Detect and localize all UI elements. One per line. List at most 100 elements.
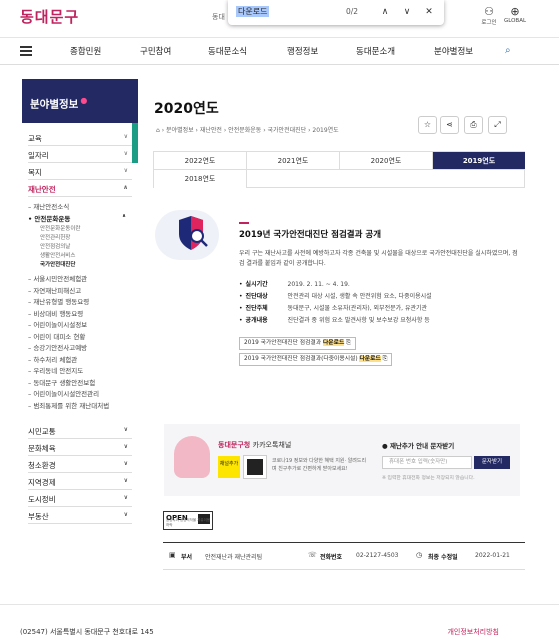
lnb-sub-item[interactable]: – 우리동네 안전지도: [28, 365, 132, 377]
lnb-sub-item[interactable]: – 어린이놀이시설정보: [28, 319, 132, 331]
date-key: 최종 수정일: [428, 554, 458, 561]
tab-2019[interactable]: 2019연도: [433, 152, 525, 170]
lnb-item[interactable]: 지역경제 ∨: [28, 473, 132, 490]
favorite-icon[interactable]: ☆: [418, 116, 437, 134]
side-nav: 교육 ∨ 일자리 ∨ 복지 ∨ 재난안전 ∧ – 재난안전소식 • 안전문화운동 ∧ 안전…: [28, 129, 132, 524]
lnb-sub-item[interactable]: – 자연재난피해신고: [28, 285, 132, 297]
info-row: 공개내용진단결과 중 위험 요소 발견사항 및 보수보강 요청사항 등: [239, 315, 430, 324]
lnb-subsub-item-active[interactable]: 국가안전대진단: [28, 260, 132, 269]
lnb-subsub-item[interactable]: 안전점검의날: [28, 242, 132, 251]
find-input[interactable]: 다운로드: [236, 6, 270, 17]
card-title: 2019년 국가안전대진단 점검결과 공개: [239, 222, 382, 240]
search-icon[interactable]: ⌕: [505, 45, 511, 56]
lnb-subsub-item[interactable]: 안전관리헌장: [28, 233, 132, 242]
home-icon[interactable]: ⌂: [156, 127, 160, 134]
breadcrumb-item[interactable]: 재난안전: [200, 127, 222, 134]
tab-2021[interactable]: 2021연도: [247, 152, 340, 170]
gnb-item[interactable]: 분야별정보: [434, 45, 473, 57]
gnb-item[interactable]: 행정정보: [287, 45, 318, 57]
tab-2018[interactable]: 2018연도: [154, 170, 247, 188]
breadcrumb-item[interactable]: 2019연도: [312, 127, 338, 134]
lnb-item[interactable]: 시민교통 ∨: [28, 422, 132, 439]
file-icon: ⎘: [346, 340, 351, 346]
menu-icon[interactable]: [20, 46, 32, 56]
lnb-subsub-item[interactable]: 생활안전서비스: [28, 251, 132, 260]
footer-address: (02547) 서울특별시 동대문구 천호대로 145: [20, 628, 154, 636]
open-license-badge[interactable]: OPEN 공공누리 공공저작물 자유이용허락: [163, 511, 213, 530]
kakao-channel-add[interactable]: 채널추가: [218, 456, 240, 478]
chevron-down-icon: ∨: [123, 443, 128, 450]
info-row: 진단주체동대문구, 시설물 소유자(관리자), 외부전문가, 유관기관: [239, 303, 427, 312]
open-sub: 공공누리 공공저작물 자유이용허락: [166, 518, 211, 527]
find-bar: 다운로드 0/2 ∧ ∨ ✕: [228, 0, 444, 25]
download-link[interactable]: 2019 국가안전대진단 점검결과 다운로드 ⎘: [239, 337, 356, 350]
print-icon[interactable]: ⎙: [464, 116, 483, 134]
login-label: 로그인: [481, 20, 497, 26]
lnb-sub-item[interactable]: – 동대문구 생활안전보험: [28, 377, 132, 389]
gnb-item[interactable]: 구민참여: [140, 45, 171, 57]
lnb-item[interactable]: 도시정비 ∨: [28, 490, 132, 507]
find-count: 0/2: [346, 7, 359, 16]
lnb-sub-item[interactable]: – 재난유형별 행동요령: [28, 296, 132, 308]
lnb-item[interactable]: 교육 ∨: [28, 129, 132, 146]
sms-button[interactable]: 문자받기: [474, 456, 510, 469]
find-prev-button[interactable]: ∧: [378, 5, 392, 19]
chevron-up-icon: ∧: [123, 184, 128, 191]
dept-key: 부서: [181, 554, 193, 561]
lnb-sub-item[interactable]: – 재난안전소식: [28, 201, 132, 213]
tel-value: 02-2127-4503: [356, 552, 399, 559]
global-button[interactable]: ⊕ GLOBAL: [502, 5, 528, 25]
lnb-sub-item[interactable]: – 어린이 대피소 현황: [28, 331, 132, 343]
lnb-item[interactable]: 일자리 ∨: [28, 146, 132, 163]
lnb-sub-item[interactable]: – 어린이놀이시설안전관리: [28, 388, 132, 400]
login-button[interactable]: ⚇ 로그인: [476, 6, 502, 27]
site-logo[interactable]: 동대문구: [20, 6, 79, 27]
breadcrumb-item[interactable]: 분야별정보: [166, 127, 194, 134]
lnb-item[interactable]: 문화체육 ∨: [28, 439, 132, 456]
share-icon[interactable]: ⋖: [440, 116, 459, 134]
lnb-sub-item[interactable]: – 하수처리 체험관: [28, 354, 132, 366]
lnb-sub-item[interactable]: – 승강기안전사고예방: [28, 342, 132, 354]
tab-2020[interactable]: 2020연도: [340, 152, 433, 170]
lnb-sub-item[interactable]: – 서울시민안전체험관: [28, 273, 132, 285]
gnb-item[interactable]: 종합민원: [70, 45, 101, 57]
find-next-button[interactable]: ∨: [400, 5, 414, 19]
phone-icon: ☏: [308, 551, 317, 559]
lnb-title: 분야별정보 ●: [22, 79, 138, 163]
lnb-item[interactable]: 부동산 ∨: [28, 507, 132, 524]
top-link[interactable]: 동대: [212, 12, 225, 22]
global-label: GLOBAL: [503, 18, 527, 24]
lnb-subsub-item[interactable]: 안전문화운동이란: [28, 224, 132, 233]
download-link[interactable]: 2019 국가안전대진단 점검결과(다중이용시설) 다운로드 ⎘: [239, 353, 393, 366]
document-icon: ▣: [169, 551, 176, 559]
breadcrumb-item[interactable]: 안전문화운동: [228, 127, 261, 134]
lnb-sub-item[interactable]: – 범죄통제를 위한 재난대처법: [28, 400, 132, 412]
year-tabs: 2022연도 2021연도 2020연도 2019연도 2018연도: [153, 151, 525, 188]
phone-input[interactable]: 휴대폰 번호 입력(숫자만): [382, 456, 472, 469]
chevron-down-icon: ∨: [123, 150, 128, 157]
privacy-link[interactable]: 개인정보처리방침: [447, 627, 499, 637]
lnb-sub-item-active[interactable]: • 안전문화운동 ∧: [28, 213, 132, 225]
expand-icon[interactable]: ⤢: [488, 116, 507, 134]
card-description: 우리 구는 재난사고를 사전에 예방하고자 각종 건축물 및 시설물을 대상으로…: [239, 250, 518, 267]
kakao-description: 코로나19 정보와 다양한 혜택 지원· 알려드리며 친구추가로 간편하게 받아…: [272, 458, 367, 472]
chevron-down-icon: ∨: [123, 426, 128, 433]
globe-icon: ⊕: [510, 5, 520, 18]
gnb-item[interactable]: 동대문소개: [356, 45, 395, 57]
lnb-item[interactable]: 청소환경 ∨: [28, 456, 132, 473]
lnb-sub-item[interactable]: – 비상대비 행동요령: [28, 308, 132, 320]
lnb-item[interactable]: 복지 ∨: [28, 163, 132, 180]
page-title: 2020연도: [154, 101, 219, 117]
tel-key: 전화번호: [320, 554, 343, 561]
lnb-item-active[interactable]: 재난안전 ∧: [28, 180, 132, 197]
info-row: 실시기간2019. 2. 11. ~ 4. 19.: [239, 279, 350, 288]
breadcrumb: ⌂ › 분야별정보 › 재난안전 › 안전문화운동 › 국가안전대진단 › 20…: [156, 127, 339, 134]
chevron-down-icon: ∨: [123, 511, 128, 518]
sms-note: ※ 입력한 휴대전화 정보는 저장되지 않습니다.: [382, 476, 475, 481]
breadcrumb-item[interactable]: 국가안전대진단: [268, 127, 307, 134]
dot-icon: ●: [80, 96, 88, 105]
tab-2022[interactable]: 2022연도: [154, 152, 247, 170]
chevron-down-icon: ∨: [123, 494, 128, 501]
find-close-button[interactable]: ✕: [422, 5, 436, 19]
gnb-item[interactable]: 동대문소식: [208, 45, 247, 57]
